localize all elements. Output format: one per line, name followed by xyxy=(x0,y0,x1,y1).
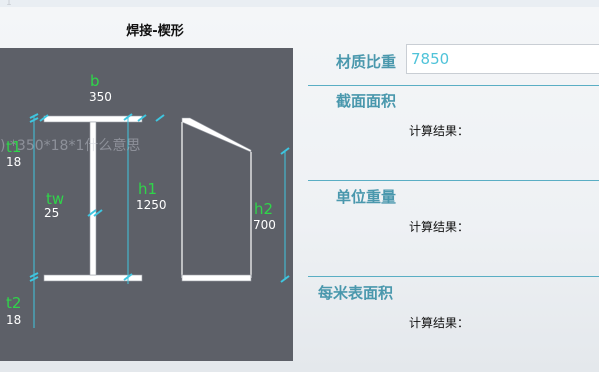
area-result-label: 计算结果： xyxy=(409,124,470,138)
diagram-panel: ) *350*18*1什么意思 b 350 t1 18 tw 25 h1 125… xyxy=(0,48,293,361)
t1-label: t1 xyxy=(6,138,22,156)
tw-value: 25 xyxy=(44,206,60,220)
divider xyxy=(308,180,599,181)
section-title-area: 截面面积 xyxy=(336,92,397,110)
b-value: 350 xyxy=(89,90,112,104)
section-title-unit-weight: 单位重量 xyxy=(336,188,397,206)
wedge-side-profile xyxy=(181,117,252,282)
divider xyxy=(308,276,599,277)
h2-label: h2 xyxy=(254,200,274,218)
h1-label: h1 xyxy=(138,180,158,198)
page-title: 焊接-楔形 xyxy=(126,24,184,39)
h2-value: 700 xyxy=(253,218,276,232)
section-title-surface-area: 每米表面积 xyxy=(318,284,394,302)
density-label: 材质比重 xyxy=(336,53,397,71)
surface-area-result-label: 计算结果： xyxy=(409,316,470,330)
window-title-strip: 1 xyxy=(0,0,599,7)
h1-value: 1250 xyxy=(136,198,167,212)
window-title-fragment: 1 xyxy=(6,0,12,7)
unit-weight-result-label: 计算结果： xyxy=(409,220,470,234)
divider xyxy=(308,85,599,86)
t2-label: t2 xyxy=(6,294,22,312)
b-label: b xyxy=(90,72,100,90)
t2-value: 18 xyxy=(6,313,22,327)
density-input[interactable] xyxy=(406,44,599,74)
t1-value: 18 xyxy=(6,155,22,169)
